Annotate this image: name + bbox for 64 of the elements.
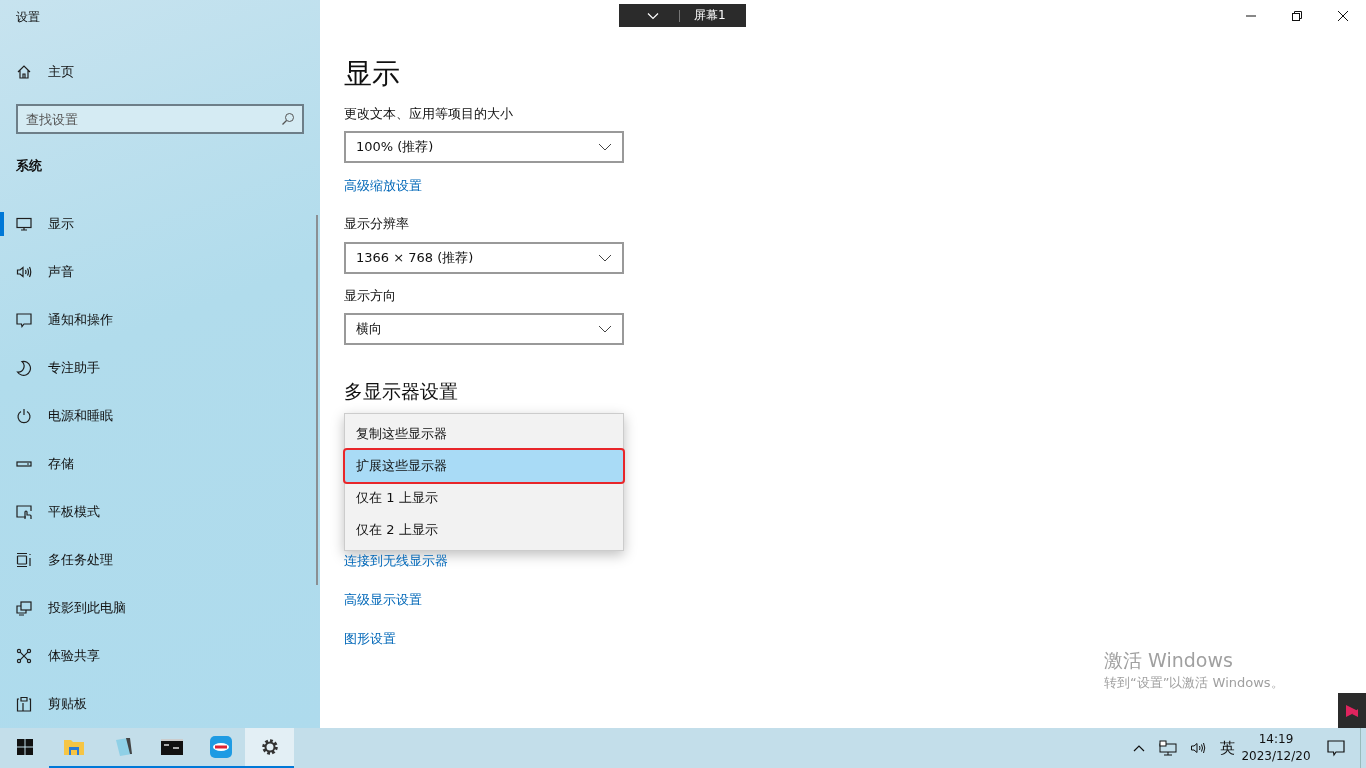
- window-title: 设置: [16, 9, 40, 26]
- sidebar-item[interactable]: 投影到此电脑: [0, 584, 320, 632]
- display-tab[interactable]: 屏幕1: [619, 4, 746, 27]
- field-label: 显示方向: [344, 287, 396, 305]
- message-icon: [1327, 739, 1345, 757]
- app-tray-button[interactable]: [1338, 693, 1366, 728]
- windows-logo-icon: [16, 739, 33, 755]
- sidebar-item[interactable]: 多任务处理: [0, 536, 320, 584]
- link[interactable]: 高级显示设置: [344, 590, 422, 610]
- field-label: 显示分辨率: [344, 215, 409, 233]
- chevron-down-icon: [647, 11, 659, 20]
- dropdown[interactable]: 横向: [344, 313, 624, 345]
- activation-text: 转到“设置”以激活 Windows。: [1104, 674, 1284, 692]
- home-link[interactable]: 主页: [0, 60, 82, 84]
- restore-icon: [1292, 11, 1302, 21]
- chevron-up-icon: [1133, 744, 1145, 752]
- field-label: 更改文本、应用等项目的大小: [344, 105, 513, 123]
- section-heading: 系统: [16, 157, 42, 175]
- moon-icon: [16, 360, 32, 376]
- sidebar-item[interactable]: 声音: [0, 248, 320, 296]
- scrollbar[interactable]: [316, 215, 318, 585]
- dropdown[interactable]: 100% (推荐): [344, 131, 624, 163]
- sidebar-item[interactable]: 电源和睡眠: [0, 392, 320, 440]
- taskbar-app-button[interactable]: [245, 728, 294, 768]
- nodes-icon: [16, 648, 32, 664]
- terminal-icon: [160, 736, 183, 758]
- section-heading: 多显示器设置: [344, 379, 458, 404]
- speaker-icon: [16, 264, 32, 280]
- search-field[interactable]: 查找设置: [16, 104, 304, 134]
- input-method-button[interactable]: 英: [1214, 728, 1240, 768]
- home-icon: [16, 64, 32, 80]
- network-icon: [1158, 740, 1177, 756]
- menu-item[interactable]: 仅在 2 上显示: [345, 514, 623, 546]
- sidebar-item[interactable]: 平板模式: [0, 488, 320, 536]
- menu-item[interactable]: 仅在 1 上显示: [345, 482, 623, 514]
- clock-button[interactable]: 14:19 2023/12/20: [1240, 728, 1312, 768]
- page-title: 显示: [344, 56, 400, 92]
- multitask-icon: [16, 552, 32, 568]
- sidebar-item[interactable]: 通知和操作: [0, 296, 320, 344]
- chevron-down-icon: [598, 254, 612, 262]
- chevron-down-icon: [598, 143, 612, 151]
- sidebar-item[interactable]: 存储: [0, 440, 320, 488]
- message-icon: [16, 312, 32, 328]
- link[interactable]: 图形设置: [344, 629, 396, 649]
- link[interactable]: 连接到无线显示器: [344, 551, 448, 571]
- bowtie-icon: [1346, 704, 1358, 717]
- power-icon: [16, 408, 32, 424]
- activation-title: 激活 Windows: [1104, 648, 1234, 672]
- sidebar-item[interactable]: 体验共享: [0, 632, 320, 680]
- project-icon: [16, 600, 32, 616]
- dropdown[interactable]: 1366 × 768 (推荐): [344, 242, 624, 274]
- monitor-icon: [16, 216, 32, 232]
- menu-item[interactable]: 扩展这些显示器: [345, 450, 623, 482]
- sidebar-item[interactable]: 剪贴板: [0, 680, 320, 728]
- close-icon: [1338, 11, 1348, 21]
- speaker-icon: [1189, 740, 1208, 756]
- menu-item[interactable]: 复制这些显示器: [345, 418, 623, 450]
- sidebar-item[interactable]: 显示: [0, 200, 320, 248]
- link[interactable]: 高级缩放设置: [344, 176, 422, 196]
- tablet-icon: [16, 504, 32, 520]
- chevron-down-icon: [598, 325, 612, 333]
- sidebar-item[interactable]: 专注助手: [0, 344, 320, 392]
- search-icon: [281, 112, 295, 126]
- clipboard-icon: [16, 696, 32, 712]
